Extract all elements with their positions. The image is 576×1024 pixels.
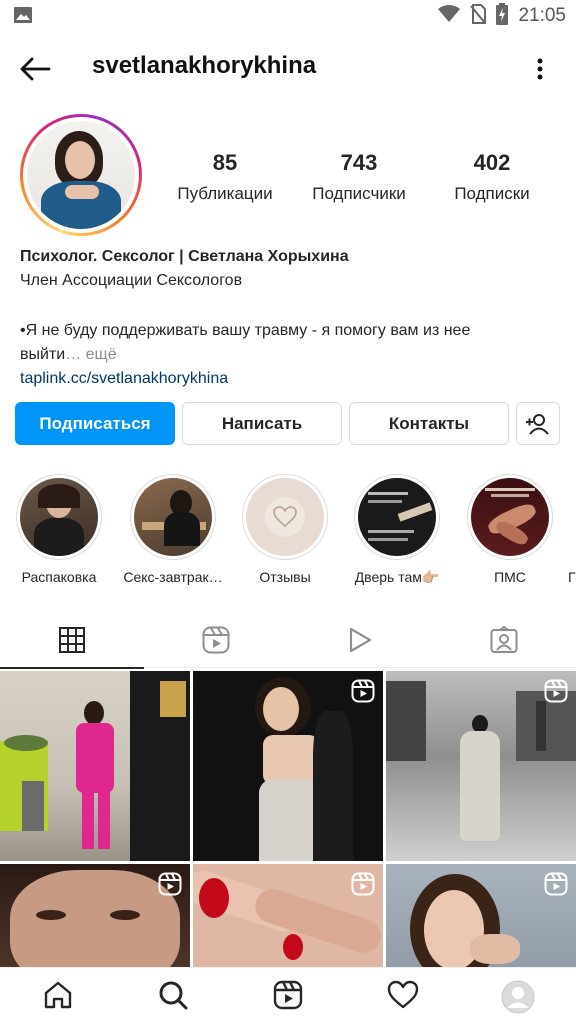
bio-line: •Я не буду поддерживать вашу травму - я … xyxy=(20,322,471,339)
add-user-button[interactable] xyxy=(516,402,560,445)
highlight-label: Секс-завтрак… xyxy=(123,569,223,585)
post-thumbnail[interactable] xyxy=(193,864,383,967)
tab-grid[interactable] xyxy=(0,612,144,669)
highlight-label: Г xyxy=(568,569,576,585)
profile-bio: Психолог. Сексолог | Светлана Хорыхина Ч… xyxy=(20,245,560,391)
story-highlight[interactable]: ПМС xyxy=(455,474,565,585)
stat-posts-value: 85 xyxy=(212,150,238,175)
stat-followers[interactable]: 743 Подписчики xyxy=(302,150,416,204)
reels-icon xyxy=(202,626,230,654)
person-add-icon xyxy=(526,413,549,435)
reels-icon xyxy=(273,980,303,1010)
status-time: 21:05 xyxy=(518,5,566,26)
highlight-label: ПМС xyxy=(494,569,526,585)
tab-tagged[interactable] xyxy=(432,612,576,668)
follow-button[interactable]: Подписаться xyxy=(15,402,175,445)
stat-following-label: Подписки xyxy=(454,184,530,203)
stat-posts-label: Публикации xyxy=(177,184,273,203)
reels-icon xyxy=(544,679,568,703)
reels-icon xyxy=(544,872,568,896)
reels-icon xyxy=(351,679,375,703)
contacts-button[interactable]: Контакты xyxy=(349,402,509,445)
message-button[interactable]: Написать xyxy=(182,402,342,445)
battery-charging-icon xyxy=(496,2,509,30)
profile-avatar[interactable] xyxy=(20,114,142,236)
stat-followers-label: Подписчики xyxy=(312,184,406,203)
story-highlight[interactable]: Распаковка xyxy=(4,474,114,585)
post-thumbnail[interactable] xyxy=(386,864,576,967)
wifi-icon xyxy=(438,4,461,28)
story-highlight[interactable]: Отзывы xyxy=(230,474,340,585)
bio-more-link[interactable]: … ещё xyxy=(65,346,116,363)
heart-icon xyxy=(273,506,297,528)
arrow-left-icon xyxy=(20,57,51,81)
nav-home[interactable] xyxy=(38,980,78,1016)
home-icon xyxy=(44,981,72,1009)
bio-full-name: Психолог. Сексолог | Светлана Хорыхина xyxy=(20,248,349,265)
nav-activity[interactable] xyxy=(383,980,423,1016)
nav-profile[interactable] xyxy=(498,980,538,1016)
nav-reels[interactable] xyxy=(268,980,308,1016)
avatar-photo xyxy=(27,121,135,229)
bio-line: выйти xyxy=(20,346,66,363)
grid-icon xyxy=(59,627,85,653)
heart-icon xyxy=(387,980,419,1009)
reels-icon xyxy=(351,872,375,896)
stat-followers-value: 743 xyxy=(340,150,378,175)
profile-username: svetlanakhorykhina xyxy=(92,52,317,79)
tab-reels[interactable] xyxy=(144,612,288,668)
image-icon xyxy=(14,7,32,23)
story-highlight[interactable]: Дверь там👉🏼 xyxy=(342,474,452,586)
story-highlight[interactable]: Г xyxy=(566,474,576,585)
more-options-button[interactable] xyxy=(530,52,550,86)
post-thumbnail[interactable] xyxy=(0,671,190,861)
stat-following[interactable]: 402 Подписки xyxy=(446,150,538,204)
search-icon xyxy=(159,981,188,1010)
post-thumbnail[interactable] xyxy=(0,864,190,967)
highlight-label: Распаковка xyxy=(21,569,97,585)
stat-posts[interactable]: 85 Публикации xyxy=(170,150,280,204)
profile-header: svetlanakhorykhina xyxy=(0,40,576,96)
tab-active-indicator xyxy=(0,667,144,669)
stat-following-value: 402 xyxy=(473,150,511,175)
reels-icon xyxy=(158,872,182,896)
profile-avatar-icon xyxy=(501,980,535,1014)
back-button[interactable] xyxy=(18,52,52,86)
status-bar: 21:05 xyxy=(0,0,576,32)
post-thumbnail[interactable] xyxy=(193,671,383,861)
story-highlight[interactable]: Секс-завтрак… xyxy=(118,474,228,585)
highlight-label: Дверь там👉🏼 xyxy=(354,569,440,585)
tagged-person-icon xyxy=(490,626,518,653)
bio-website-link[interactable]: taplink.cc/svetlanakhorykhina xyxy=(20,367,560,391)
highlight-label: Отзывы xyxy=(259,569,311,585)
no-sim-icon xyxy=(470,3,487,29)
tab-igtv[interactable] xyxy=(288,612,432,668)
more-vertical-icon xyxy=(537,58,543,80)
post-thumbnail[interactable] xyxy=(386,671,576,861)
play-icon xyxy=(349,627,372,653)
nav-search[interactable] xyxy=(153,980,193,1016)
bio-line: Член Ассоциации Сексологов xyxy=(20,272,243,289)
posts-grid xyxy=(0,671,576,967)
bottom-navigation xyxy=(0,967,576,1024)
profile-tabs xyxy=(0,612,576,669)
